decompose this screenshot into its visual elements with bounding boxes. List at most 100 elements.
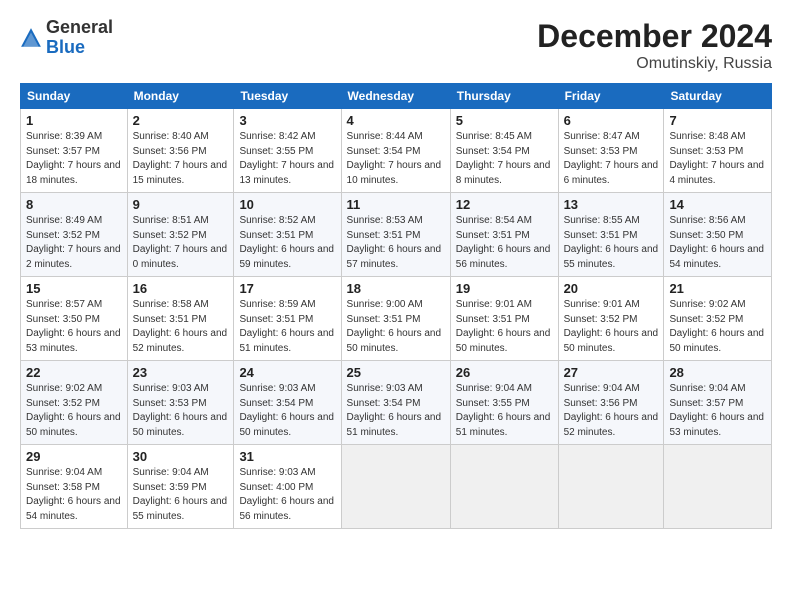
- header: General Blue December 2024 Omutinskiy, R…: [20, 18, 772, 73]
- day-info: Sunrise: 9:04 AMSunset: 3:59 PMDaylight:…: [133, 467, 228, 522]
- day-cell: 14 Sunrise: 8:56 AMSunset: 3:50 PMDayligh…: [664, 193, 772, 277]
- day-info: Sunrise: 9:03 AMSunset: 3:54 PMDaylight:…: [239, 383, 334, 438]
- day-info: Sunrise: 8:56 AMSunset: 3:50 PMDaylight:…: [669, 215, 764, 270]
- day-info: Sunrise: 9:03 AMSunset: 3:54 PMDaylight:…: [347, 383, 442, 438]
- day-number: 30: [133, 449, 229, 464]
- day-info: Sunrise: 8:54 AMSunset: 3:51 PMDaylight:…: [456, 215, 551, 270]
- calendar-body: 1Sunrise: 8:39 AMSunset: 3:57 PMDaylight…: [21, 109, 772, 529]
- day-cell: 29 Sunrise: 9:04 AMSunset: 3:58 PMDayligh…: [21, 445, 128, 529]
- day-number: 9: [133, 197, 229, 212]
- day-info: Sunrise: 9:04 AMSunset: 3:58 PMDaylight:…: [26, 467, 121, 522]
- day-number: 10: [239, 197, 335, 212]
- col-tuesday: Tuesday: [234, 84, 341, 109]
- day-cell: 7Sunrise: 8:48 AMSunset: 3:53 PMDaylight…: [664, 109, 772, 193]
- day-number: 27: [564, 365, 659, 380]
- day-number: 31: [239, 449, 335, 464]
- day-info: Sunrise: 9:02 AMSunset: 3:52 PMDaylight:…: [669, 299, 764, 354]
- day-number: 15: [26, 281, 122, 296]
- day-info: Sunrise: 9:02 AMSunset: 3:52 PMDaylight:…: [26, 383, 121, 438]
- logo-general: General: [46, 17, 113, 37]
- day-number: 25: [347, 365, 445, 380]
- week-row-5: 29 Sunrise: 9:04 AMSunset: 3:58 PMDayligh…: [21, 445, 772, 529]
- day-info: Sunrise: 8:58 AMSunset: 3:51 PMDaylight:…: [133, 299, 228, 354]
- day-number: 28: [669, 365, 766, 380]
- day-number: 12: [456, 197, 553, 212]
- day-number: 18: [347, 281, 445, 296]
- day-cell: 21Sunrise: 9:02 AMSunset: 3:52 PMDayligh…: [664, 277, 772, 361]
- day-cell: 31 Sunrise: 9:03 AMSunset: 4:00 PMDayligh…: [234, 445, 341, 529]
- day-cell: [341, 445, 450, 529]
- day-cell: [450, 445, 558, 529]
- logo-blue: Blue: [46, 37, 85, 57]
- week-row-2: 8 Sunrise: 8:49 AMSunset: 3:52 PMDaylight…: [21, 193, 772, 277]
- day-number: 14: [669, 197, 766, 212]
- day-cell: 4Sunrise: 8:44 AMSunset: 3:54 PMDaylight…: [341, 109, 450, 193]
- day-info: Sunrise: 8:40 AMSunset: 3:56 PMDaylight:…: [133, 131, 228, 186]
- day-info: Sunrise: 8:59 AMSunset: 3:51 PMDaylight:…: [239, 299, 334, 354]
- day-number: 4: [347, 113, 445, 128]
- day-cell: 5Sunrise: 8:45 AMSunset: 3:54 PMDaylight…: [450, 109, 558, 193]
- day-cell: 9 Sunrise: 8:51 AMSunset: 3:52 PMDaylight…: [127, 193, 234, 277]
- day-cell: 2 Sunrise: 8:40 AMSunset: 3:56 PMDaylight…: [127, 109, 234, 193]
- header-row: Sunday Monday Tuesday Wednesday Thursday…: [21, 84, 772, 109]
- day-cell: 26Sunrise: 9:04 AMSunset: 3:55 PMDayligh…: [450, 361, 558, 445]
- day-cell: 18 Sunrise: 9:00 AMSunset: 3:51 PMDayligh…: [341, 277, 450, 361]
- day-number: 24: [239, 365, 335, 380]
- calendar-table: Sunday Monday Tuesday Wednesday Thursday…: [20, 83, 772, 529]
- day-cell: 1Sunrise: 8:39 AMSunset: 3:57 PMDaylight…: [21, 109, 128, 193]
- day-cell: 20 Sunrise: 9:01 AMSunset: 3:52 PMDayligh…: [558, 277, 664, 361]
- day-number: 17: [239, 281, 335, 296]
- day-info: Sunrise: 8:53 AMSunset: 3:51 PMDaylight:…: [347, 215, 442, 270]
- day-cell: 10Sunrise: 8:52 AMSunset: 3:51 PMDayligh…: [234, 193, 341, 277]
- day-cell: 8 Sunrise: 8:49 AMSunset: 3:52 PMDaylight…: [21, 193, 128, 277]
- day-info: Sunrise: 8:48 AMSunset: 3:53 PMDaylight:…: [669, 131, 764, 186]
- day-number: 29: [26, 449, 122, 464]
- day-info: Sunrise: 8:49 AMSunset: 3:52 PMDaylight:…: [26, 215, 121, 270]
- col-wednesday: Wednesday: [341, 84, 450, 109]
- col-sunday: Sunday: [21, 84, 128, 109]
- day-cell: 17 Sunrise: 8:59 AMSunset: 3:51 PMDayligh…: [234, 277, 341, 361]
- day-number: 13: [564, 197, 659, 212]
- day-cell: 28 Sunrise: 9:04 AMSunset: 3:57 PMDayligh…: [664, 361, 772, 445]
- title-block: December 2024 Omutinskiy, Russia: [537, 18, 772, 73]
- day-number: 3: [239, 113, 335, 128]
- day-info: Sunrise: 9:04 AMSunset: 3:57 PMDaylight:…: [669, 383, 764, 438]
- day-cell: 30 Sunrise: 9:04 AMSunset: 3:59 PMDayligh…: [127, 445, 234, 529]
- day-cell: 19Sunrise: 9:01 AMSunset: 3:51 PMDayligh…: [450, 277, 558, 361]
- col-saturday: Saturday: [664, 84, 772, 109]
- day-cell: 13 Sunrise: 8:55 AMSunset: 3:51 PMDayligh…: [558, 193, 664, 277]
- col-friday: Friday: [558, 84, 664, 109]
- day-number: 20: [564, 281, 659, 296]
- day-info: Sunrise: 9:01 AMSunset: 3:52 PMDaylight:…: [564, 299, 659, 354]
- day-info: Sunrise: 9:03 AMSunset: 3:53 PMDaylight:…: [133, 383, 228, 438]
- day-info: Sunrise: 9:04 AMSunset: 3:55 PMDaylight:…: [456, 383, 551, 438]
- day-cell: 24 Sunrise: 9:03 AMSunset: 3:54 PMDayligh…: [234, 361, 341, 445]
- day-info: Sunrise: 8:45 AMSunset: 3:54 PMDaylight:…: [456, 131, 551, 186]
- day-number: 11: [347, 197, 445, 212]
- day-cell: 3Sunrise: 8:42 AMSunset: 3:55 PMDaylight…: [234, 109, 341, 193]
- day-number: 23: [133, 365, 229, 380]
- week-row-3: 15 Sunrise: 8:57 AMSunset: 3:50 PMDayligh…: [21, 277, 772, 361]
- day-info: Sunrise: 9:03 AMSunset: 4:00 PMDaylight:…: [239, 467, 334, 522]
- day-info: Sunrise: 8:57 AMSunset: 3:50 PMDaylight:…: [26, 299, 121, 354]
- day-info: Sunrise: 8:55 AMSunset: 3:51 PMDaylight:…: [564, 215, 659, 270]
- day-cell: 16Sunrise: 8:58 AMSunset: 3:51 PMDayligh…: [127, 277, 234, 361]
- day-info: Sunrise: 8:39 AMSunset: 3:57 PMDaylight:…: [26, 131, 121, 186]
- week-row-4: 22Sunrise: 9:02 AMSunset: 3:52 PMDayligh…: [21, 361, 772, 445]
- logo-icon: [20, 27, 42, 49]
- day-number: 8: [26, 197, 122, 212]
- day-cell: 25 Sunrise: 9:03 AMSunset: 3:54 PMDayligh…: [341, 361, 450, 445]
- day-info: Sunrise: 9:01 AMSunset: 3:51 PMDaylight:…: [456, 299, 551, 354]
- day-number: 2: [133, 113, 229, 128]
- day-cell: 22Sunrise: 9:02 AMSunset: 3:52 PMDayligh…: [21, 361, 128, 445]
- page: General Blue December 2024 Omutinskiy, R…: [0, 0, 792, 612]
- day-cell: 6Sunrise: 8:47 AMSunset: 3:53 PMDaylight…: [558, 109, 664, 193]
- day-cell: 15 Sunrise: 8:57 AMSunset: 3:50 PMDayligh…: [21, 277, 128, 361]
- day-info: Sunrise: 8:51 AMSunset: 3:52 PMDaylight:…: [133, 215, 228, 270]
- day-info: Sunrise: 9:00 AMSunset: 3:51 PMDaylight:…: [347, 299, 442, 354]
- day-cell: 23 Sunrise: 9:03 AMSunset: 3:53 PMDayligh…: [127, 361, 234, 445]
- day-info: Sunrise: 8:47 AMSunset: 3:53 PMDaylight:…: [564, 131, 659, 186]
- day-cell: 12 Sunrise: 8:54 AMSunset: 3:51 PMDayligh…: [450, 193, 558, 277]
- week-row-1: 1Sunrise: 8:39 AMSunset: 3:57 PMDaylight…: [21, 109, 772, 193]
- day-cell: 11 Sunrise: 8:53 AMSunset: 3:51 PMDayligh…: [341, 193, 450, 277]
